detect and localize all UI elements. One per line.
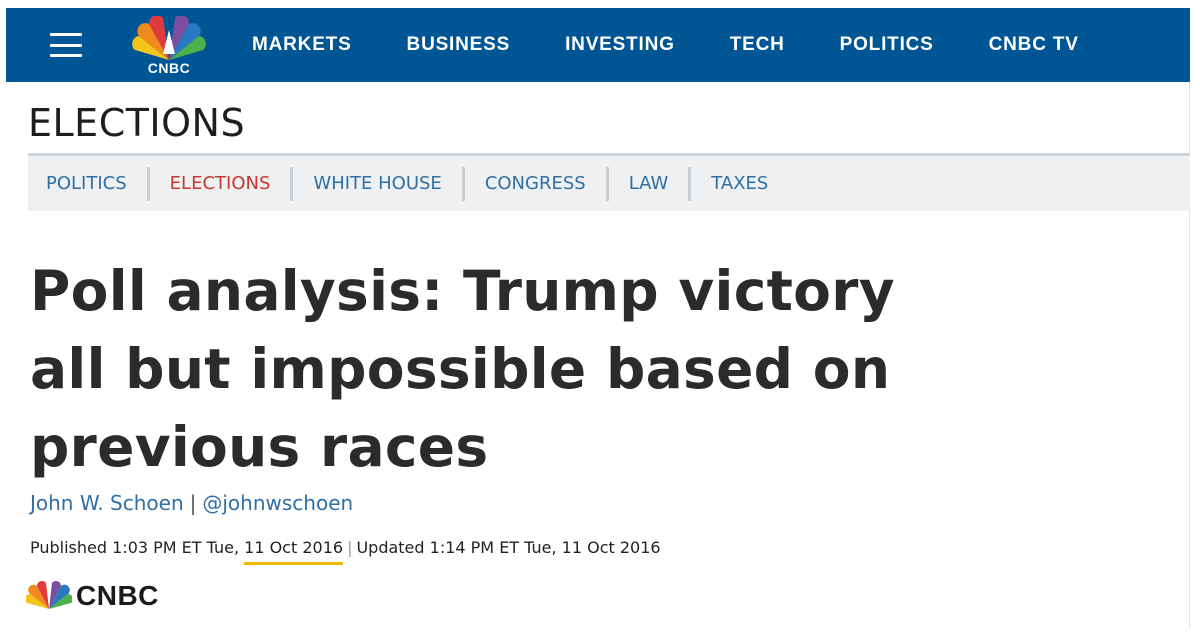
article-dates: Published 1:03 PM ET Tue, 11 Oct 2016 | Up…	[30, 538, 661, 565]
subnav-congress[interactable]: CONGRESS	[465, 166, 609, 201]
nav-markets[interactable]: MARKETS	[252, 34, 352, 56]
article-headline: Poll analysis: Trump victory all but imp…	[30, 259, 895, 479]
nav-cnbc-tv[interactable]: CNBC TV	[989, 34, 1079, 56]
logo-wordmark: CNBC	[147, 60, 191, 76]
subnav-white-house[interactable]: WHITE HOUSE	[293, 166, 465, 201]
peacock-logo-icon	[26, 581, 72, 609]
nav-investing[interactable]: INVESTING	[565, 34, 675, 56]
section-subnav: POLITICS ELECTIONS WHITE HOUSE CONGRESS …	[28, 153, 1190, 211]
subnav-politics[interactable]: POLITICS	[46, 166, 150, 201]
top-navigation-bar: CNBC MARKETS BUSINESS INVESTING TECH POL…	[6, 8, 1190, 82]
published-date: 11 Oct 2016	[244, 538, 344, 565]
dates-separator: |	[347, 538, 353, 557]
nav-tech[interactable]: TECH	[730, 34, 785, 56]
subnav-elections[interactable]: ELECTIONS	[150, 166, 294, 201]
hamburger-menu-icon[interactable]	[50, 33, 82, 57]
author-handle-link[interactable]: @johnwschoen	[202, 491, 353, 515]
primary-nav: MARKETS BUSINESS INVESTING TECH POLITICS…	[252, 8, 1134, 82]
byline: John W. Schoen | @johnwschoen	[30, 491, 353, 515]
nav-politics[interactable]: POLITICS	[840, 34, 934, 56]
footer-cnbc-logo: CNBC	[26, 576, 159, 616]
page-frame: CNBC MARKETS BUSINESS INVESTING TECH POL…	[6, 8, 1190, 628]
author-link[interactable]: John W. Schoen	[30, 491, 184, 515]
peacock-logo-icon	[132, 15, 206, 60]
subnav-law[interactable]: LAW	[609, 166, 692, 201]
published-prefix: Published 1:03 PM ET Tue,	[30, 538, 245, 557]
subnav-taxes[interactable]: TAXES	[691, 167, 788, 201]
footer-logo-wordmark: CNBC	[76, 580, 159, 611]
cnbc-logo[interactable]: CNBC	[128, 15, 210, 76]
updated-timestamp: Updated 1:14 PM ET Tue, 11 Oct 2016	[356, 538, 661, 557]
nav-business[interactable]: BUSINESS	[407, 34, 511, 56]
byline-separator: |	[189, 491, 197, 515]
section-title: ELECTIONS	[28, 101, 246, 145]
